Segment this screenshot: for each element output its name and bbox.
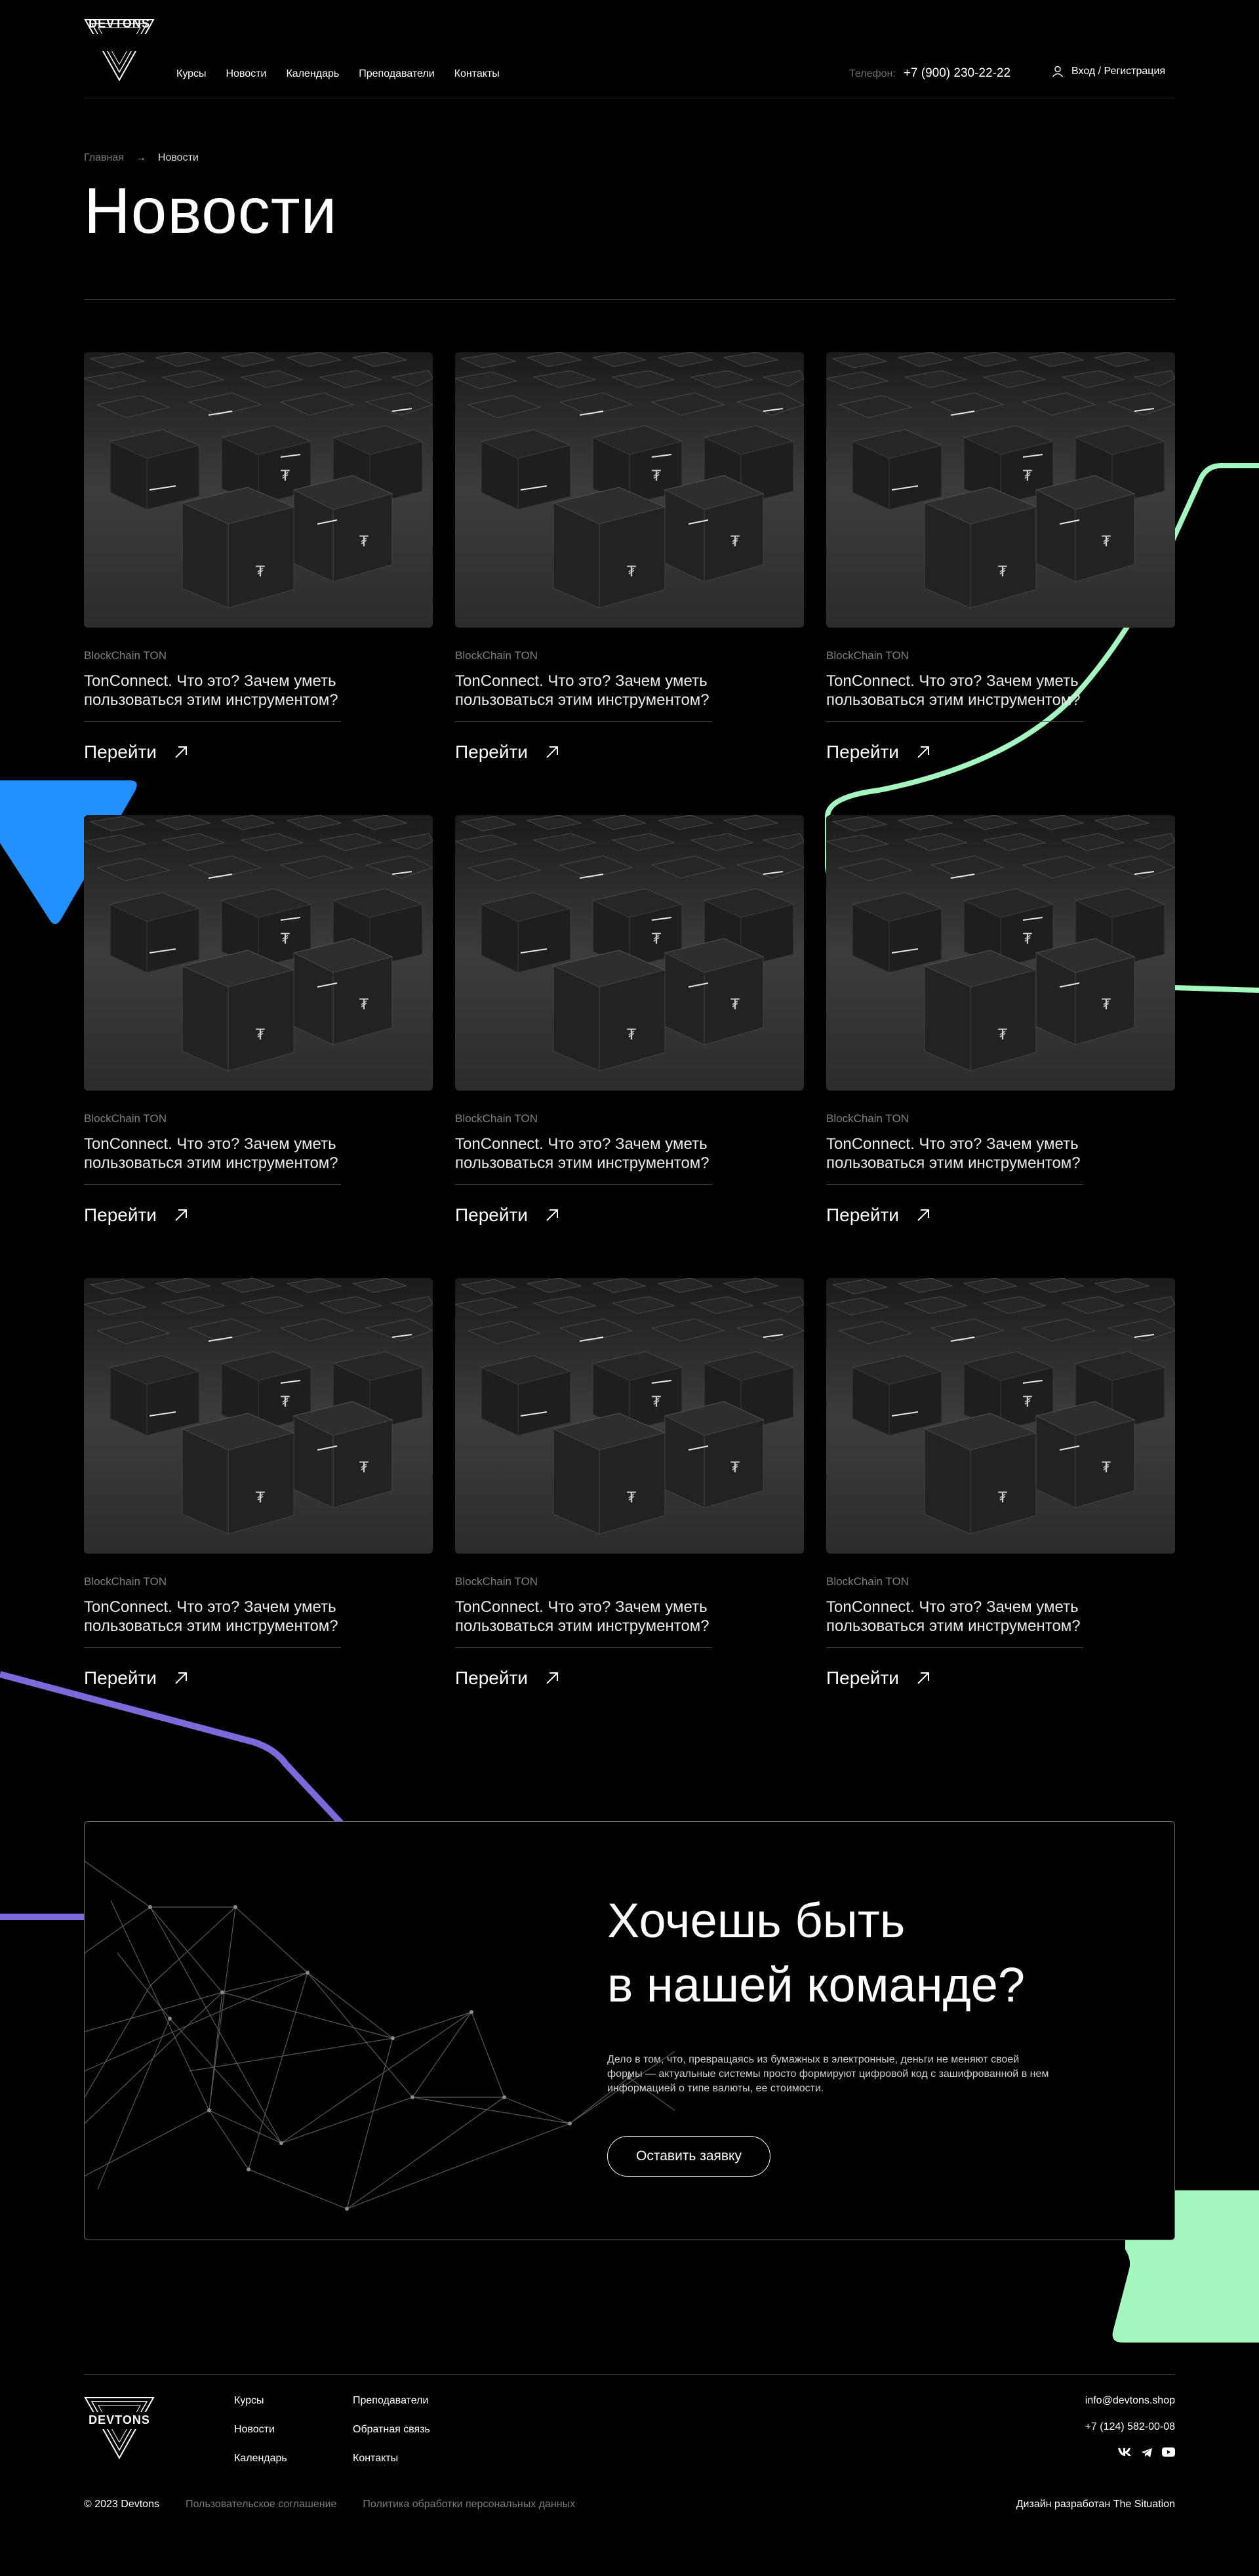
footer-link-contacts[interactable]: Контакты [353,2453,430,2465]
footer-email[interactable]: info@devtons.shop [1085,2395,1175,2407]
footer-link-teachers[interactable]: Преподаватели [353,2395,430,2407]
footer-link-courses[interactable]: Курсы [234,2395,287,2407]
footer-logo-icon[interactable] [84,2396,155,2459]
youtube-icon[interactable] [1162,2447,1175,2457]
footer-logo-text: DEVTONS [89,2413,150,2426]
footer-link-news[interactable]: Новости [234,2424,287,2436]
design-credit[interactable]: Дизайн разработан The Situation [1016,2499,1175,2510]
footer-bottom: © 2023 Devtons Пользовательское соглашен… [84,2499,1175,2510]
footer-link-calendar[interactable]: Календарь [234,2453,287,2465]
user-agreement-link[interactable]: Пользовательское соглашение [186,2499,336,2510]
copyright: © 2023 Devtons [84,2499,159,2510]
footer-contacts: info@devtons.shop +7 (124) 582-00-08 [1085,2395,1175,2458]
privacy-policy-link[interactable]: Политика обработки персональных данных [363,2499,575,2510]
footer-nav-col2: Преподаватели Обратная связь Контакты [353,2395,430,2465]
vk-icon[interactable] [1117,2447,1132,2457]
footer-phone[interactable]: +7 (124) 582-00-08 [1085,2421,1175,2433]
footer-link-feedback[interactable]: Обратная связь [353,2424,430,2436]
footer-nav-col1: Курсы Новости Календарь [234,2395,287,2465]
purple-bar [0,1914,84,1920]
site-footer: DEVTONS Курсы Новости Календарь Преподав… [84,0,1175,2576]
social-links [1085,2447,1175,2458]
telegram-icon[interactable] [1141,2447,1153,2458]
